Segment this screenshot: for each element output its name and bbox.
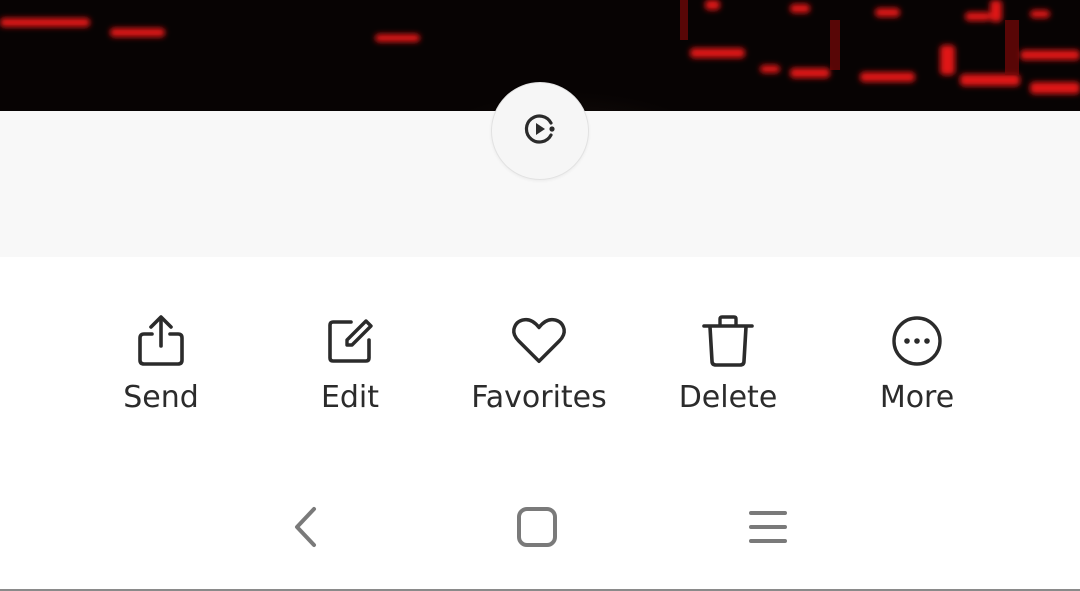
- home-icon: [515, 505, 559, 553]
- more-button[interactable]: More: [827, 313, 1007, 423]
- edit-button[interactable]: Edit: [260, 313, 440, 423]
- photo-viewer-screen: Send Edit Favorites Delete More: [0, 0, 1080, 591]
- motion-photo-button[interactable]: [491, 82, 589, 180]
- nav-home-button[interactable]: [507, 503, 567, 555]
- system-navigation-bar: [0, 457, 1080, 589]
- favorites-button[interactable]: Favorites: [449, 313, 629, 423]
- send-label: Send: [123, 380, 199, 415]
- trash-icon: [700, 313, 756, 369]
- delete-label: Delete: [678, 380, 778, 415]
- heart-icon: [511, 313, 567, 369]
- motion-photo-icon: [520, 109, 560, 153]
- back-icon: [288, 505, 322, 553]
- favorites-label: Favorites: [471, 380, 607, 415]
- edit-label: Edit: [320, 380, 380, 415]
- action-bar: Send Edit Favorites Delete More: [0, 257, 1080, 457]
- nav-back-button[interactable]: [275, 503, 335, 555]
- nav-recents-button[interactable]: [738, 503, 798, 555]
- edit-icon: [322, 313, 378, 369]
- delete-button[interactable]: Delete: [638, 313, 818, 423]
- more-label: More: [879, 380, 955, 415]
- share-icon: [133, 313, 189, 369]
- send-button[interactable]: Send: [71, 313, 251, 423]
- more-icon: [889, 313, 945, 369]
- recents-icon: [747, 507, 789, 551]
